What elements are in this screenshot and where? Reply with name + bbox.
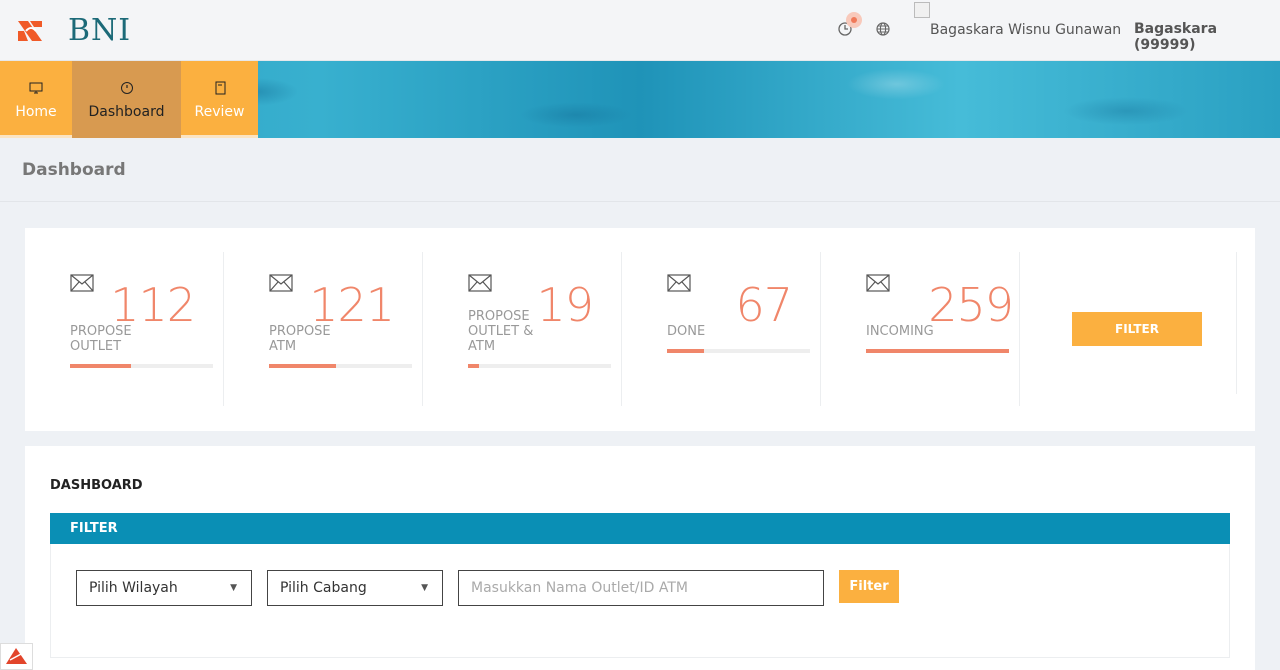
nav-item-label: Review <box>194 103 245 120</box>
stat-progress-fill <box>866 349 1009 353</box>
browser-extension-icon[interactable] <box>0 643 33 670</box>
stat-label: PROPOSE ATM <box>269 324 331 354</box>
book-icon <box>215 81 225 94</box>
divider <box>0 201 1280 202</box>
stat-incoming[interactable]: 259 INCOMING <box>821 252 1020 406</box>
stats-card: 112 PROPOSE OUTLET 121 PROPOSE ATM 19 PROP… <box>25 228 1255 431</box>
envelope-icon <box>468 274 492 292</box>
stat-label: INCOMING <box>866 324 934 339</box>
envelope-icon <box>866 274 890 292</box>
stat-propose-outlet-atm[interactable]: 19 PROPOSE OUTLET & ATM <box>423 252 622 406</box>
bni-logo[interactable]: BNI <box>16 16 131 46</box>
stat-progress-bar <box>468 364 611 368</box>
brand-name: BNI <box>68 13 132 48</box>
speedometer-icon <box>120 81 133 94</box>
stat-propose-outlet[interactable]: 112 PROPOSE OUTLET <box>25 252 224 406</box>
nav-item-dashboard[interactable]: Dashboard <box>72 61 181 138</box>
clock-icon[interactable] <box>836 12 862 38</box>
stat-done[interactable]: 67 DONE <box>622 252 821 406</box>
filter-panel: Pilih Wilayah ▼ Pilih Cabang ▼ Filter <box>50 544 1230 658</box>
stat-propose-atm[interactable]: 121 PROPOSE ATM <box>224 252 423 406</box>
nav-underline <box>181 135 258 138</box>
user-name[interactable]: Bagaskara (99999) <box>1134 21 1280 53</box>
nav-item-home[interactable]: Home <box>0 61 72 138</box>
stat-label: PROPOSE OUTLET <box>70 324 132 354</box>
dropdown-caret-icon: ▼ <box>230 583 237 593</box>
page-title: Dashboard <box>22 160 126 180</box>
nav-underline <box>0 135 72 138</box>
nav-item-label: Home <box>15 103 57 120</box>
stat-progress-bar <box>866 349 1009 353</box>
stat-progress-fill <box>269 364 337 368</box>
stats-filter-button[interactable]: FILTER <box>1072 312 1202 346</box>
dropdown-caret-icon: ▼ <box>421 583 428 593</box>
nav-item-review[interactable]: Review <box>181 61 258 138</box>
envelope-icon <box>667 274 691 292</box>
region-select[interactable]: Pilih Wilayah ▼ <box>76 570 252 606</box>
envelope-icon <box>70 274 94 292</box>
filter-button[interactable]: Filter <box>839 570 899 603</box>
stat-label: DONE <box>667 324 706 339</box>
stat-progress-bar <box>269 364 412 368</box>
dashboard-card: DASHBOARD FILTER Pilih Wilayah ▼ Pilih C… <box>25 446 1255 670</box>
stat-progress-bar <box>70 364 213 368</box>
envelope-icon <box>269 274 293 292</box>
outlet-atm-search-input[interactable] <box>458 570 824 606</box>
monitor-icon <box>29 82 43 93</box>
stat-progress-fill <box>667 349 705 353</box>
notification-dot <box>846 12 862 28</box>
top-bar: BNI Bagaskara Wisnu Gunawan Bagaskara (9… <box>0 0 1280 61</box>
bni-logo-icon <box>18 21 42 41</box>
stat-progress-fill <box>70 364 132 368</box>
branch-select[interactable]: Pilih Cabang ▼ <box>267 570 443 606</box>
user-avatar-alt-text[interactable]: Bagaskara Wisnu Gunawan <box>930 22 1121 38</box>
nav-item-label: Dashboard <box>88 103 165 120</box>
stat-label: PROPOSE OUTLET & ATM <box>468 309 534 354</box>
stat-progress-bar <box>667 349 810 353</box>
nav-banner: Home Dashboard Review <box>0 61 1280 138</box>
dashboard-title: DASHBOARD <box>50 478 143 493</box>
region-select-value: Pilih Wilayah <box>89 580 178 596</box>
stat-progress-fill <box>468 364 480 368</box>
globe-icon[interactable] <box>874 20 892 38</box>
branch-select-value: Pilih Cabang <box>280 580 367 596</box>
filter-panel-header: FILTER <box>50 513 1230 544</box>
user-avatar-broken-image-icon[interactable] <box>914 2 930 18</box>
